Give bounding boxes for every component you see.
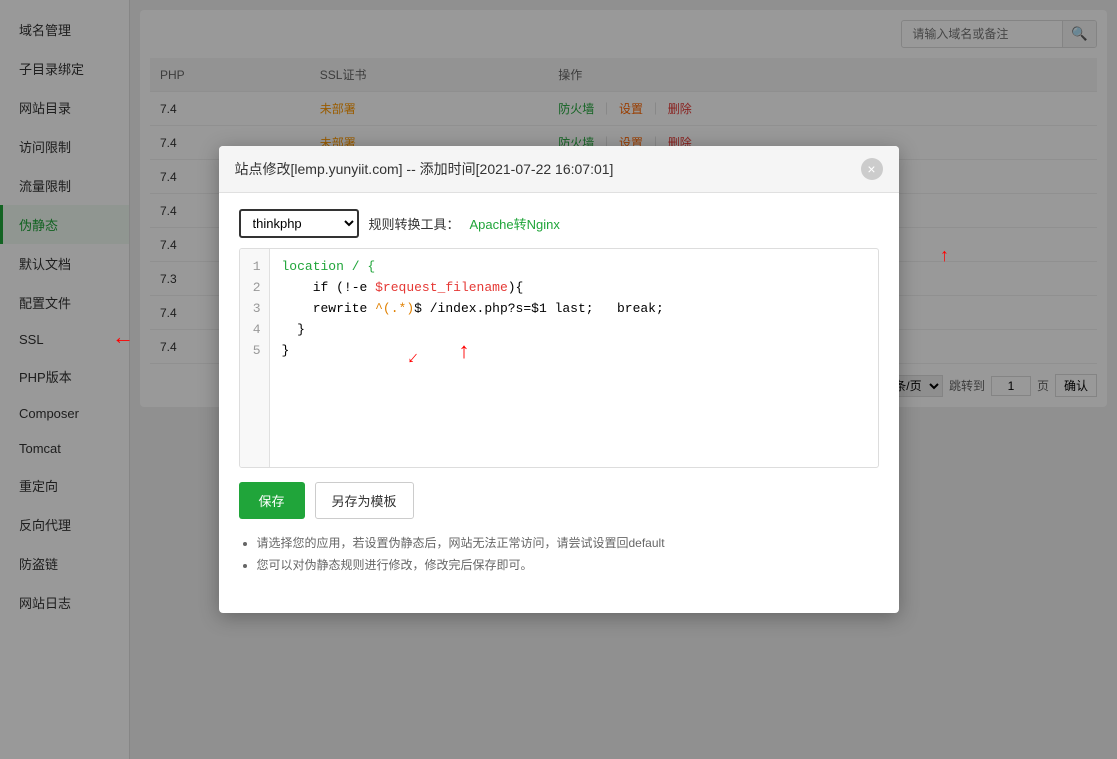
tip-1: 您可以对伪静态规则进行修改，修改完后保存即可。 <box>257 555 879 577</box>
code-editor[interactable]: 1 2 3 4 5 location / { if (!-e $request_… <box>239 248 879 468</box>
save-button[interactable]: 保存 <box>239 482 305 519</box>
modal-body: thinkphp laravel wordpress discuz defaul… <box>219 193 899 592</box>
modal-header: 站点修改[lemp.yunyiit.com] -- 添加时间[2021-07-2… <box>219 146 899 193</box>
convert-tool-label: 规则转换工具： <box>369 214 460 233</box>
modal-overlay: 站点修改[lemp.yunyiit.com] -- 添加时间[2021-07-2… <box>0 0 1117 759</box>
code-content[interactable]: location / { if (!-e $request_filename){… <box>270 249 878 467</box>
tips: 请选择您的应用，若设置伪静态后，网站无法正常访问，请尝试设置回default您可… <box>239 533 879 576</box>
toolbar-row: thinkphp laravel wordpress discuz defaul… <box>239 209 879 238</box>
framework-select[interactable]: thinkphp laravel wordpress discuz defaul… <box>239 209 359 238</box>
convert-tool-link[interactable]: Apache转Nginx <box>470 214 560 233</box>
modal-close-button[interactable]: × <box>861 158 883 180</box>
save-template-button[interactable]: 另存为模板 <box>315 482 414 519</box>
line-numbers: 1 2 3 4 5 <box>240 249 270 467</box>
action-buttons: 保存 另存为模板 <box>239 482 879 519</box>
modal-dialog: 站点修改[lemp.yunyiit.com] -- 添加时间[2021-07-2… <box>219 146 899 612</box>
modal-title: 站点修改[lemp.yunyiit.com] -- 添加时间[2021-07-2… <box>235 159 614 179</box>
tip-0: 请选择您的应用，若设置伪静态后，网站无法正常访问，请尝试设置回default <box>257 533 879 555</box>
